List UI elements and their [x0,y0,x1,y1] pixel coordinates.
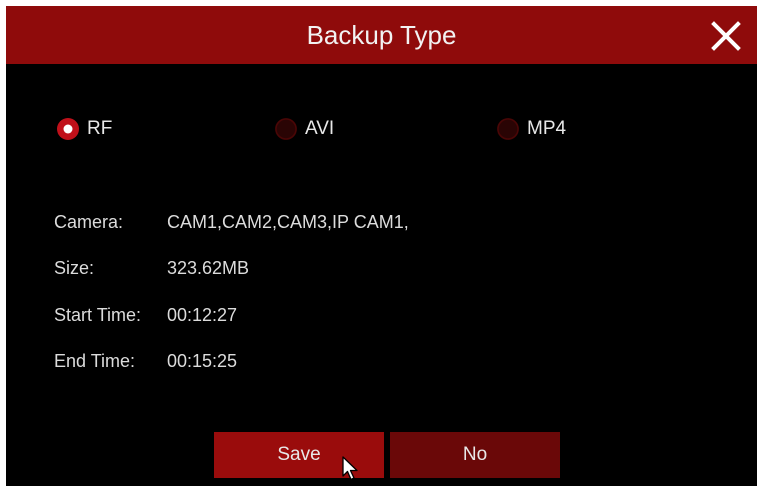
radio-unselected-icon [496,117,520,141]
save-button[interactable]: Save [214,432,384,478]
end-time-label: End Time: [54,351,136,371]
radio-label-mp4: MP4 [527,118,567,139]
size-value: 323.62MB [167,258,250,278]
no-button[interactable]: No [390,432,560,478]
dialog-titlebar: Backup Type [6,6,757,64]
radio-unselected-icon [274,117,298,141]
backup-type-dialog: Backup Type RF AVI MP4 Camera: CAM1,CAM2… [6,6,757,486]
radio-label-avi: AVI [305,118,335,139]
camera-value: CAM1,CAM2,CAM3,IP CAM1, [167,212,409,232]
start-time-value: 00:12:27 [167,305,238,325]
size-label: Size: [54,258,95,278]
dialog-title: Backup Type [306,20,457,50]
close-button[interactable] [708,18,744,54]
radio-label-rf: RF [87,118,113,139]
end-time-value: 00:15:25 [167,351,238,371]
close-icon [711,21,741,51]
radio-selected-icon [56,117,80,141]
camera-label: Camera: [54,212,124,232]
start-time-label: Start Time: [54,305,142,325]
